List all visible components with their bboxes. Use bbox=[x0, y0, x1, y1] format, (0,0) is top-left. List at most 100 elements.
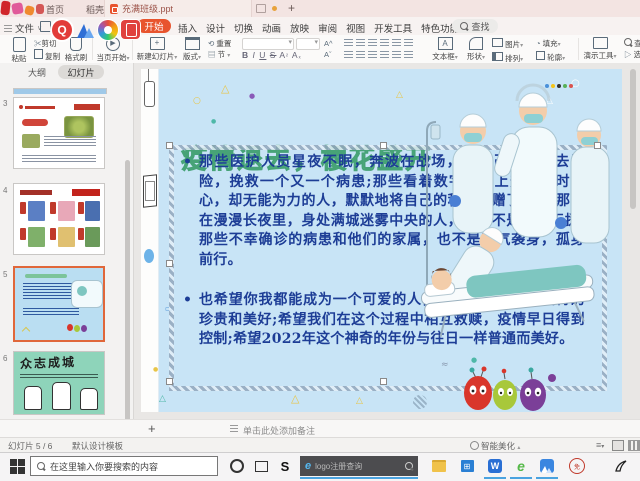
slide5-thumbnail-selected[interactable] bbox=[13, 266, 105, 342]
presentation-tools-button[interactable]: 演示工具▾ bbox=[582, 37, 618, 61]
smart-beautify-button[interactable]: 智能美化 ▴ bbox=[470, 440, 520, 452]
find-select-group-clipped: 查找 ▷ 选择 bbox=[624, 38, 640, 60]
floating-book-app-icon[interactable] bbox=[121, 20, 140, 39]
tab-transition[interactable]: 切换 bbox=[234, 21, 253, 35]
save-icon[interactable] bbox=[40, 21, 51, 32]
floating-q-app-icon[interactable]: Q bbox=[52, 20, 72, 40]
tab-home[interactable]: 首页 bbox=[46, 3, 64, 16]
red-stamp-app-icon[interactable]: 免 bbox=[568, 457, 586, 475]
font-format-buttons[interactable]: B I U S A² Aₓ bbox=[242, 50, 302, 60]
textbox-button[interactable]: A 文本框▾ bbox=[430, 37, 460, 62]
tab-view[interactable]: 视图 bbox=[346, 21, 365, 35]
slide-counter: 幻灯片 5 / 6 bbox=[8, 441, 53, 451]
input-method-app-icon[interactable]: S bbox=[276, 457, 294, 475]
cut-button[interactable]: ✂剪切 bbox=[34, 38, 60, 49]
document-tab-title: 充满班级.ppt bbox=[122, 4, 174, 14]
paste-button[interactable]: 粘贴 bbox=[6, 37, 32, 64]
arrange-icon bbox=[492, 52, 503, 61]
file-explorer-icon[interactable] bbox=[430, 457, 448, 475]
section-icon: ▤ bbox=[208, 50, 216, 59]
confetti: △ bbox=[291, 392, 300, 405]
panel-tab-outline[interactable]: 大纲 bbox=[28, 66, 46, 79]
wps-app-icon[interactable]: W bbox=[486, 457, 504, 475]
tab-developer[interactable]: 开发工具 bbox=[374, 21, 412, 35]
beautify-icon bbox=[470, 441, 479, 450]
tab-docer[interactable]: 稻壳 bbox=[86, 3, 104, 16]
taskbar-search-widget[interactable]: e logo注册查询 bbox=[300, 456, 418, 476]
file-menu[interactable]: 文件 ∨ bbox=[4, 21, 42, 35]
find-replace-button[interactable]: 查找 bbox=[624, 38, 640, 49]
slide4-thumbnail[interactable] bbox=[13, 183, 105, 255]
section-button[interactable]: ▤ 节 ▾ bbox=[208, 49, 231, 62]
slide-canvas[interactable]: △ △ △ ○ ● ● ○ ▭ △ △ △ ● ≈ ● 疫情退去，樱花盛开 • … bbox=[141, 69, 622, 412]
task-view-button[interactable] bbox=[252, 457, 270, 475]
tab-slideshow[interactable]: 放映 bbox=[290, 21, 309, 35]
slide-number: 5 bbox=[3, 270, 8, 279]
start-button[interactable] bbox=[8, 457, 26, 475]
microsoft-store-icon[interactable]: ⊞ bbox=[458, 457, 476, 475]
confetti: ● bbox=[211, 118, 217, 125]
slide-sorter-view-icon[interactable] bbox=[628, 440, 640, 451]
confetti: △ bbox=[356, 396, 363, 406]
find-button[interactable]: 查找 bbox=[452, 19, 498, 33]
confetti: ● bbox=[153, 366, 159, 373]
selection-handle[interactable] bbox=[380, 142, 387, 149]
outline-icon bbox=[536, 51, 545, 60]
notes-placeholder[interactable]: 单击此处添加备注 bbox=[243, 424, 315, 437]
tab-design[interactable]: 设计 bbox=[206, 21, 225, 35]
format-painter-button[interactable]: 格式刷 bbox=[62, 37, 90, 63]
picture-icon bbox=[492, 38, 503, 47]
copy-button[interactable]: 复制 bbox=[34, 49, 60, 62]
canvas-scrollbar[interactable] bbox=[630, 69, 636, 209]
selection-handle[interactable] bbox=[166, 378, 173, 385]
taskbar-search-box[interactable]: 在这里输入你要搜索的内容 bbox=[30, 456, 218, 476]
floating-pinwheel-app-icon[interactable] bbox=[98, 20, 118, 40]
play-from-current-button[interactable]: ▶ 当页开始▾ bbox=[96, 37, 130, 63]
slide2-thumbnail-edge[interactable] bbox=[13, 88, 107, 94]
font-size-steppers[interactable]: A^ Aˇ bbox=[324, 38, 333, 60]
select-button[interactable]: ▷ 选择 bbox=[624, 49, 640, 60]
mountain-app-icon[interactable] bbox=[538, 457, 556, 475]
tab-insert[interactable]: 插入 bbox=[178, 21, 197, 35]
fill-button[interactable]: ◔ 填充▾ bbox=[536, 38, 565, 51]
confetti: ● bbox=[249, 92, 256, 100]
selection-handle[interactable] bbox=[166, 260, 173, 267]
panel-tab-slides[interactable]: 幻灯片 bbox=[58, 65, 104, 79]
view-options-icon[interactable]: ≡▾ bbox=[596, 440, 604, 450]
selection-handle[interactable] bbox=[166, 142, 173, 149]
floating-mountain-app-icon[interactable] bbox=[75, 20, 95, 40]
picture-arrange-group: 图片▾ 排列▾ bbox=[492, 38, 523, 66]
new-slide-button[interactable]: + 新建幻灯片▾ bbox=[136, 37, 178, 62]
tab-animation[interactable]: 动画 bbox=[262, 21, 281, 35]
shapes-button[interactable]: 形状▾ bbox=[464, 37, 488, 62]
confetti: ○ bbox=[193, 96, 201, 106]
pen-tool-icon[interactable] bbox=[612, 457, 630, 475]
medical-team-illustration bbox=[411, 73, 622, 360]
picture-button[interactable]: 图片▾ bbox=[492, 38, 523, 52]
slide3-thumbnail[interactable] bbox=[13, 97, 105, 169]
notes-bar bbox=[0, 419, 640, 438]
selection-handle[interactable] bbox=[594, 142, 601, 149]
font-size-combo[interactable] bbox=[296, 38, 320, 50]
document-tab[interactable]: 充满班级.ppt bbox=[104, 0, 252, 17]
sidebar-scrollbar[interactable] bbox=[125, 160, 130, 430]
normal-view-icon[interactable] bbox=[612, 440, 624, 451]
cortana-button[interactable] bbox=[228, 457, 246, 475]
cursor-icon: ▷ bbox=[624, 50, 632, 59]
tab-home-ribbon[interactable]: 开始 bbox=[137, 19, 171, 33]
paragraph-icons-row2[interactable] bbox=[344, 50, 416, 61]
new-tab-button[interactable]: + bbox=[288, 1, 295, 15]
slide6-thumbnail[interactable]: 众志成城 bbox=[13, 351, 105, 415]
reset-button[interactable]: ⟲ 重置 bbox=[208, 38, 231, 49]
confetti bbox=[413, 395, 427, 409]
comment-icon[interactable] bbox=[256, 4, 266, 13]
paragraph-icons-row1[interactable] bbox=[344, 38, 416, 49]
tab-review[interactable]: 审阅 bbox=[318, 21, 337, 35]
template-name[interactable]: 默认设计模板 bbox=[72, 440, 123, 452]
font-name-combo[interactable] bbox=[242, 38, 294, 50]
add-slide-button[interactable]: + bbox=[148, 421, 156, 436]
selection-handle[interactable] bbox=[380, 378, 387, 385]
internet-explorer-icon[interactable]: e bbox=[512, 457, 530, 475]
layout-button[interactable]: 版式▾ bbox=[180, 37, 204, 62]
shapes-icon bbox=[469, 37, 483, 50]
